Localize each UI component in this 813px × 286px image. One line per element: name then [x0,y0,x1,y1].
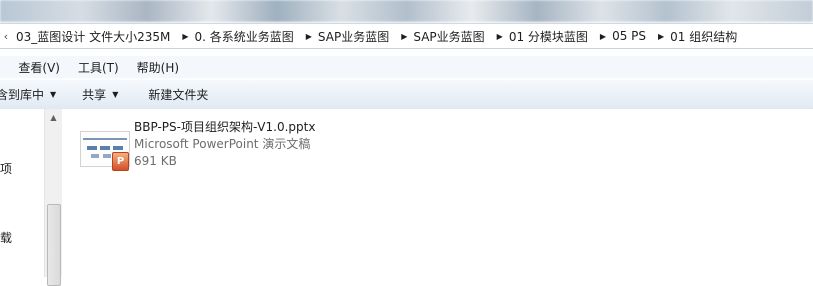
chevron-right-icon[interactable]: ▶ [594,32,608,41]
navigation-pane: 项 载 [0,109,44,277]
chevron-right-icon[interactable]: ▶ [300,32,314,41]
chevron-right-icon[interactable]: ▶ [652,32,666,41]
file-size: 691 KB [134,154,177,168]
share-label: 共享 [82,88,107,102]
nav-item-label[interactable]: 载 [0,229,12,246]
menu-tools[interactable]: 工具(T) [69,59,128,76]
command-bar: 含到库中 ▼ 共享 ▼ 新建文件夹 [0,79,813,110]
menu-help[interactable]: 帮助(H) [128,59,188,76]
include-in-library-button[interactable]: 含到库中 ▼ [0,86,64,103]
caret-down-icon: ▼ [50,90,57,99]
include-in-library-label: 含到库中 [0,88,45,102]
file-details: BBP-PS-项目组织架构-V1.0.pptx Microsoft PowerP… [134,119,315,170]
file-name: BBP-PS-项目组织架构-V1.0.pptx [134,120,316,134]
scroll-up-arrow-icon[interactable]: ▲ [45,109,62,126]
thumbnail-shape [87,146,97,150]
thumbnail-header [83,138,127,140]
powerpoint-icon: P [112,152,129,171]
nav-scrollbar[interactable]: ▲ [44,109,63,286]
breadcrumb-segment[interactable]: 03_蓝图设计 文件大小235M [12,28,176,45]
taskbar-strip [0,0,813,22]
thumbnail-shape [113,146,123,150]
nav-item-label[interactable]: 项 [0,160,12,177]
new-folder-label: 新建文件夹 [148,88,209,102]
scrollbar-thumb[interactable] [47,204,61,286]
caret-down-icon: ▼ [112,90,119,99]
thumbnail-shape [103,154,111,158]
chevron-right-icon[interactable]: ▶ [491,32,505,41]
thumbnail-shape [100,146,110,150]
breadcrumb-segment[interactable]: 01 分模块蓝图 [505,28,594,45]
breadcrumb-segment[interactable]: 0. 各系统业务蓝图 [191,28,300,45]
breadcrumb-overflow-icon[interactable]: ‹ [0,30,12,43]
chevron-right-icon[interactable]: ▶ [395,32,409,41]
breadcrumb-segment[interactable]: 01 组织结构 [666,28,743,45]
menu-bar: 助(H) 查看(V) 工具(T) 帮助(H) [0,56,813,78]
file-list: P BBP-PS-项目组织架构-V1.0.pptx Microsoft Powe… [62,109,813,277]
menu-help-partial[interactable]: 助(H) [0,59,9,76]
chevron-right-icon[interactable]: ▶ [176,32,190,41]
breadcrumb-segment[interactable]: SAP业务蓝图 [409,28,490,45]
file-item[interactable]: P BBP-PS-项目组织架构-V1.0.pptx Microsoft Powe… [80,119,340,179]
thumbnail-shape [91,154,99,158]
breadcrumb-segment[interactable]: SAP业务蓝图 [314,28,395,45]
address-bar[interactable]: ‹ 03_蓝图设计 文件大小235M ▶ 0. 各系统业务蓝图 ▶ SAP业务蓝… [0,23,813,49]
new-folder-button[interactable]: 新建文件夹 [140,86,216,103]
share-button[interactable]: 共享 ▼ [74,86,126,103]
menu-view[interactable]: 查看(V) [9,59,69,76]
breadcrumb-segment[interactable]: 05 PS [608,29,652,43]
file-type: Microsoft PowerPoint 演示文稿 [134,137,311,151]
